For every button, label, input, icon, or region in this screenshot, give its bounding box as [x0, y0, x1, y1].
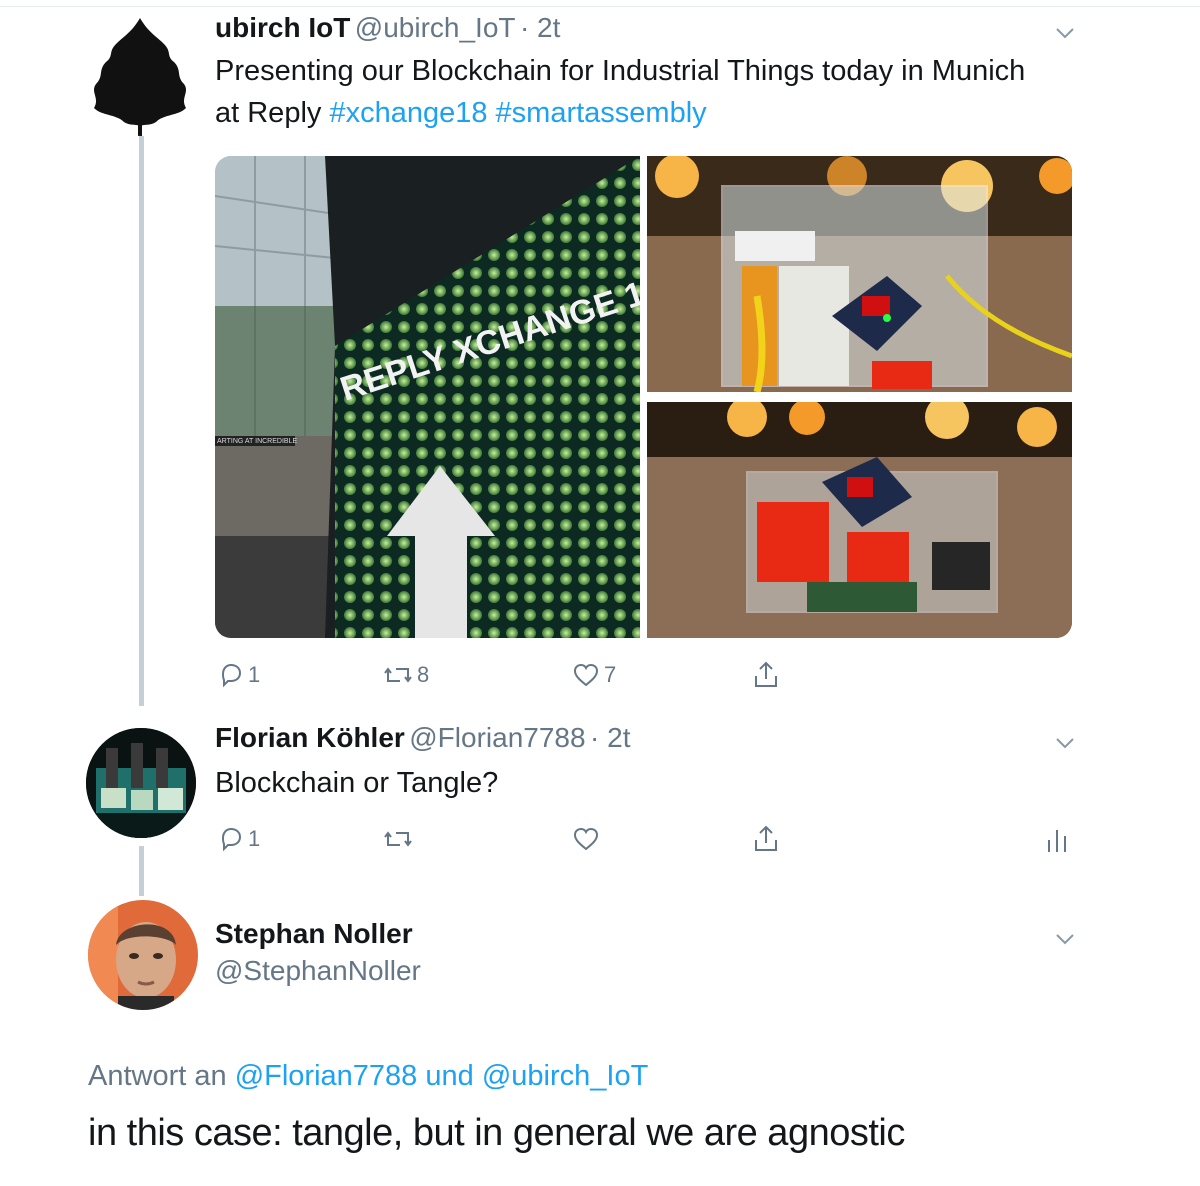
photo-device-bottom[interactable]	[647, 402, 1072, 638]
timestamp[interactable]: · 2t	[520, 12, 560, 43]
reply-button[interactable]: 1	[218, 662, 260, 688]
replying-to: Antwort an @Florian7788 und @ubirch_IoT	[88, 1060, 648, 1093]
tweet1-header: ubirch IoT @ubirch_IoT · 2t	[215, 12, 560, 44]
reply-icon	[221, 827, 242, 852]
photo-xchange-sign[interactable]: ARTING AT INCREDIBLE REPLY XCHANGE 18	[215, 156, 640, 638]
photo-grid: ARTING AT INCREDIBLE REPLY XCHANGE 18	[215, 156, 1072, 638]
share-icon	[755, 825, 777, 851]
share-button[interactable]	[752, 660, 780, 690]
like-icon	[573, 827, 599, 851]
share-button[interactable]	[752, 824, 780, 854]
retweet-count: 8	[417, 662, 430, 687]
share-icon	[755, 661, 777, 687]
mention-link[interactable]: @Florian7788	[235, 1060, 418, 1092]
reply-button[interactable]: 1	[218, 826, 260, 852]
analytics-button[interactable]	[1046, 826, 1068, 854]
photo-content: ARTING AT INCREDIBLE REPLY XCHANGE 18	[215, 156, 640, 638]
chevron-down-icon[interactable]	[1054, 22, 1076, 44]
retweet-icon	[384, 667, 412, 683]
reply-icon	[221, 663, 242, 688]
replying-prefix: Antwort an	[88, 1060, 227, 1092]
author-name[interactable]: Stephan Noller	[215, 918, 413, 950]
analytics-icon	[1048, 830, 1066, 852]
reply-text: in this case: tangle, but in general we …	[88, 1112, 905, 1154]
author-name[interactable]: Florian Köhler	[215, 722, 405, 753]
author-handle[interactable]: @ubirch_IoT	[355, 12, 516, 43]
ubirch-avatar[interactable]	[80, 14, 202, 136]
photo-content	[647, 402, 1072, 638]
timestamp[interactable]: · 2t	[590, 722, 630, 753]
thread-line	[139, 846, 144, 896]
photo-content	[647, 156, 1072, 392]
retweet-icon	[384, 831, 412, 847]
stephan-avatar[interactable]	[88, 900, 198, 1010]
thread-line	[139, 136, 144, 706]
top-divider	[0, 6, 1200, 7]
author-name[interactable]: ubirch IoT	[215, 12, 350, 43]
leaf-logo-icon	[94, 18, 186, 136]
chevron-down-icon[interactable]	[1054, 928, 1076, 950]
avatar-image	[88, 900, 198, 1010]
mention-link[interactable]: @ubirch_IoT	[482, 1060, 648, 1092]
hashtag-link[interactable]: #smartassembly	[496, 97, 707, 129]
chevron-down-icon[interactable]	[1054, 732, 1076, 754]
like-button[interactable]	[572, 826, 600, 852]
tweet1-text: Presenting our Blockchain for Industrial…	[215, 50, 1055, 134]
retweet-button[interactable]	[383, 826, 413, 852]
like-button[interactable]: 7	[572, 662, 616, 688]
hashtag-link[interactable]: #xchange18	[329, 97, 487, 129]
tweet2-text: Blockchain or Tangle?	[215, 767, 499, 799]
reply-count: 1	[248, 662, 261, 687]
retweet-button[interactable]: 8	[383, 662, 429, 688]
small-sign-text: ARTING AT INCREDIBLE	[217, 438, 297, 445]
avatar-image	[86, 728, 196, 838]
tweet2-header: Florian Köhler @Florian7788 · 2t	[215, 722, 630, 754]
like-icon	[573, 663, 599, 687]
florian-avatar[interactable]	[86, 728, 196, 838]
mention-connector: und	[425, 1060, 474, 1092]
reply-count: 1	[248, 826, 261, 851]
photo-device-top[interactable]	[647, 156, 1072, 392]
like-count: 7	[604, 662, 617, 687]
author-handle[interactable]: @StephanNoller	[215, 955, 421, 987]
author-handle[interactable]: @Florian7788	[409, 722, 585, 753]
